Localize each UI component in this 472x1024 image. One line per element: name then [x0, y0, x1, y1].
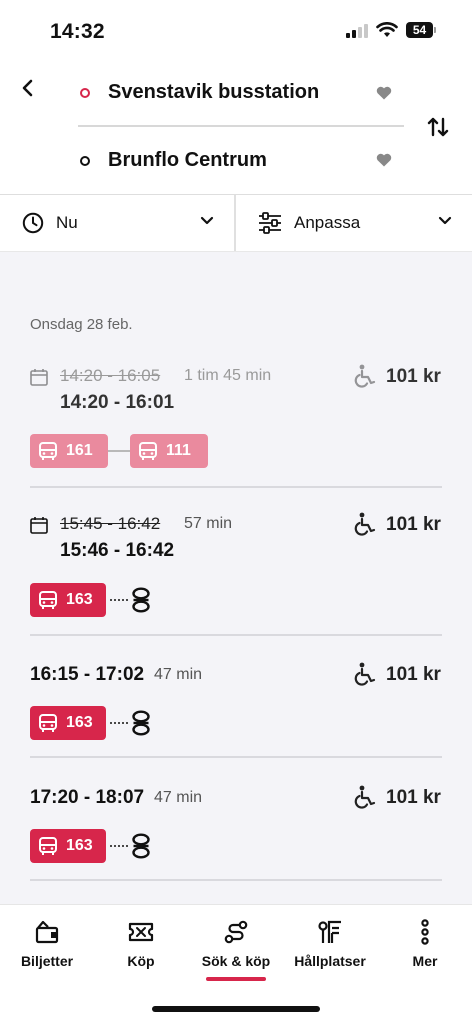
tab-mer[interactable]: Mer [378, 919, 472, 969]
origin-stop[interactable]: Svenstavik busstation [80, 81, 319, 104]
bus-line-chip: 111 [130, 434, 208, 468]
origin-marker-icon [80, 87, 90, 98]
route-divider [78, 125, 404, 127]
bus-line-number: 111 [166, 442, 191, 459]
walk-connector [110, 845, 130, 849]
original-time: 15:45 - 16:42 [60, 514, 161, 533]
tab-label: Köp [127, 953, 155, 969]
adjust-label: Anpassa [294, 213, 361, 232]
route-search-icon [224, 920, 248, 944]
walking-footprints-icon [132, 833, 150, 859]
bus-line-chip: 161 [30, 434, 108, 468]
sliders-icon [259, 212, 281, 234]
updated-time: 15:46 - 16:42 [60, 540, 175, 561]
swap-direction-icon[interactable] [426, 116, 450, 138]
clock-icon [22, 212, 44, 234]
status-icons: 54 [346, 22, 436, 38]
trip-price: 101 kr [386, 787, 441, 808]
bus-line-number: 161 [66, 442, 93, 459]
departure-time-label: Nu [56, 213, 78, 232]
trip-separator [30, 756, 442, 758]
chevron-down-icon [200, 216, 214, 225]
active-tab-indicator [206, 977, 266, 981]
trip-list[interactable]: Onsdag 28 feb. 14:20 - 16:05 1 tim 45 mi… [0, 252, 472, 904]
destination-marker-icon [80, 155, 90, 166]
bus-line-number: 163 [66, 591, 93, 608]
trip-time: 17:20 - 18:07 [30, 787, 145, 808]
bus-icon [139, 442, 157, 460]
origin-name: Svenstavik busstation [108, 81, 320, 103]
trip-separator [30, 486, 442, 488]
calendar-icon [30, 517, 48, 534]
trip-item[interactable]: 17:20 - 18:07 47 min 101 kr 163 [30, 783, 442, 883]
tab-label: Mer [412, 953, 438, 969]
wifi-icon [376, 22, 398, 37]
more-vertical-icon [421, 919, 429, 945]
tab-label: Biljetter [20, 953, 74, 969]
chevron-down-icon [438, 216, 452, 225]
trip-duration: 47 min [154, 789, 203, 806]
wheelchair-icon [354, 785, 376, 809]
favorite-destination-heart-icon[interactable] [376, 153, 392, 167]
walking-footprints-icon [132, 587, 150, 613]
filter-bar: Nu Anpassa [0, 194, 472, 252]
wheelchair-icon [354, 662, 376, 686]
walk-connector [110, 722, 130, 726]
ticket-icon [128, 922, 154, 942]
tab-kop[interactable]: Köp [94, 919, 188, 969]
original-time: 14:20 - 16:05 [60, 366, 161, 385]
destination-name: Brunflo Centrum [108, 149, 267, 171]
signal-icon [346, 22, 368, 38]
route-header: Svenstavik busstation Brunflo Centrum [0, 64, 472, 194]
trip-item[interactable]: 14:20 - 16:05 1 tim 45 min 14:20 - 16:01… [30, 364, 442, 488]
tab-hallplatser[interactable]: Hållplatser [283, 919, 377, 969]
trip-item[interactable]: 16:15 - 17:02 47 min 101 kr 163 [30, 660, 442, 760]
bus-line-number: 163 [66, 714, 93, 731]
bus-icon [39, 591, 57, 609]
destination-stop[interactable]: Brunflo Centrum [80, 149, 267, 172]
tab-biljetter[interactable]: Biljetter [0, 919, 94, 969]
calendar-icon [30, 369, 48, 386]
trip-duration: 1 tim 45 min [184, 367, 272, 384]
tab-sok-och-kop[interactable]: Sök & köp [189, 919, 283, 981]
trip-separator [30, 634, 442, 636]
updated-time: 14:20 - 16:01 [60, 392, 175, 413]
tab-label: Sök & köp [201, 953, 271, 969]
battery-icon: 54 [406, 22, 436, 38]
back-arrow-icon[interactable] [18, 76, 38, 100]
bus-icon [39, 442, 57, 460]
favorite-origin-heart-icon[interactable] [376, 86, 392, 100]
trip-duration: 57 min [184, 515, 233, 532]
trip-price: 101 kr [386, 664, 441, 685]
wheelchair-icon [354, 512, 376, 536]
wheelchair-icon [354, 364, 376, 388]
trip-item[interactable]: 15:45 - 16:42 57 min 15:46 - 16:42 101 k… [30, 512, 442, 636]
bus-icon [39, 837, 57, 855]
trip-duration: 47 min [154, 666, 203, 683]
trip-separator [30, 879, 442, 881]
battery-level: 54 [406, 22, 433, 38]
trip-price: 101 kr [386, 514, 441, 535]
date-header: Onsdag 28 feb. [30, 316, 133, 333]
departure-time-dropdown[interactable]: Nu [0, 195, 236, 251]
bus-line-number: 163 [66, 837, 93, 854]
trip-time: 16:15 - 17:02 [30, 664, 145, 685]
trip-price: 101 kr [386, 366, 441, 387]
tab-label: Hållplatser [294, 953, 366, 969]
adjust-dropdown[interactable]: Anpassa [236, 195, 472, 251]
walking-footprints-icon [132, 710, 150, 736]
ticket-wallet-icon [35, 920, 59, 944]
leg-connector [108, 450, 130, 452]
bus-line-chip: 163 [30, 706, 106, 740]
bus-icon [39, 714, 57, 732]
bus-line-chip: 163 [30, 829, 106, 863]
status-bar: 14:32 54 [0, 0, 472, 64]
status-time: 14:32 [50, 20, 105, 43]
home-indicator [152, 1006, 320, 1012]
walk-connector [110, 599, 130, 603]
bus-line-chip: 163 [30, 583, 106, 617]
bus-stop-icon [318, 920, 341, 943]
